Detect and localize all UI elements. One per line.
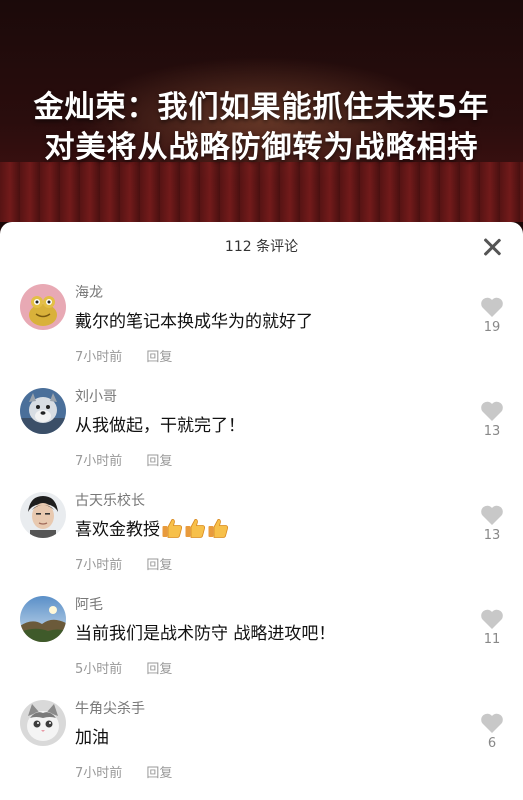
thumbs-up-icon [162, 519, 182, 538]
comment-text-body: 喜欢金教授 [75, 520, 160, 540]
stage-curtain [0, 162, 523, 222]
heart-icon [481, 505, 503, 525]
comment-text: 从我做起，干就完了！ [75, 416, 245, 436]
thumbs-up-icon [208, 519, 228, 538]
comment-username[interactable]: 古天乐校长 [75, 490, 145, 510]
comment-item: 刘小哥 从我做起，干就完了！ 7小时前 回复 13 [0, 374, 523, 478]
comment-text: 当前我们是战术防守 战略进攻吧！ [75, 624, 336, 644]
reply-button[interactable]: 回复 [146, 662, 172, 677]
landscape-avatar[interactable] [20, 596, 66, 642]
comment-item: 牛角尖杀手 加油 7小时前 回复 6 [0, 686, 523, 790]
comment-meta: 7小时前 回复 [75, 554, 172, 573]
heart-icon [481, 713, 503, 733]
comment-item: 海龙 戴尔的笔记本换成华为的就好了 7小时前 回复 19 [0, 270, 523, 374]
video-player[interactable]: 金灿荣：我们如果能抓住未来5年 对美将从战略防御转为战略相持 [0, 0, 523, 222]
like-count: 13 [483, 424, 501, 439]
like-count: 13 [483, 528, 501, 543]
thumbs-up-icon [185, 519, 205, 538]
comment-text: 加油 [75, 728, 109, 748]
video-title-line1: 金灿荣：我们如果能抓住未来5年 [33, 90, 490, 125]
heart-icon [481, 297, 503, 317]
reply-button[interactable]: 回复 [146, 350, 172, 365]
comment-time: 7小时前 [75, 558, 123, 573]
comment-time: 7小时前 [75, 350, 123, 365]
video-title-line2: 对美将从战略防御转为战略相持 [44, 130, 479, 165]
reply-button[interactable]: 回复 [146, 558, 172, 573]
comment-username[interactable]: 刘小哥 [75, 386, 117, 406]
like-count: 11 [483, 632, 501, 647]
like-count: 19 [483, 320, 501, 335]
comment-meta: 5小时前 回复 [75, 658, 172, 677]
comment-time: 7小时前 [75, 454, 123, 469]
comment-item: 古天乐校长 喜欢金教授 7小时前 回复 13 [0, 478, 523, 582]
comment-username[interactable]: 海龙 [75, 282, 103, 302]
like-button[interactable]: 19 [479, 296, 505, 335]
reply-button[interactable]: 回复 [146, 766, 172, 781]
comments-header: 112 条评论 [0, 222, 523, 270]
comment-meta: 7小时前 回复 [75, 346, 172, 365]
like-button[interactable]: 11 [479, 608, 505, 647]
comment-time: 5小时前 [75, 662, 123, 677]
reply-button[interactable]: 回复 [146, 454, 172, 469]
comments-sheet: 112 条评论 海龙 戴尔的笔记本换成华为的就好了 7小时前 回复 19 刘小哥… [0, 222, 523, 800]
comment-username[interactable]: 牛角尖杀手 [75, 698, 145, 718]
heart-icon [481, 609, 503, 629]
comment-text: 喜欢金教授 [75, 515, 229, 540]
like-button[interactable]: 13 [479, 400, 505, 439]
close-icon[interactable] [481, 236, 503, 258]
comment-meta: 7小时前 回复 [75, 762, 172, 781]
cartoon-frog-avatar[interactable] [20, 284, 66, 330]
man-portrait-avatar[interactable] [20, 492, 66, 538]
heart-icon [481, 401, 503, 421]
comment-meta: 7小时前 回复 [75, 450, 172, 469]
like-button[interactable]: 6 [479, 712, 505, 751]
comment-item: 阿毛 当前我们是战术防守 战略进攻吧！ 5小时前 回复 11 [0, 582, 523, 686]
comment-time: 7小时前 [75, 766, 123, 781]
cartoon-dog-avatar[interactable] [20, 388, 66, 434]
cat-avatar[interactable] [20, 700, 66, 746]
comment-count: 112 条评论 [224, 239, 299, 255]
like-button[interactable]: 13 [479, 504, 505, 543]
comment-text: 戴尔的笔记本换成华为的就好了 [75, 312, 313, 332]
like-count: 6 [487, 736, 497, 751]
comment-username[interactable]: 阿毛 [75, 594, 103, 614]
